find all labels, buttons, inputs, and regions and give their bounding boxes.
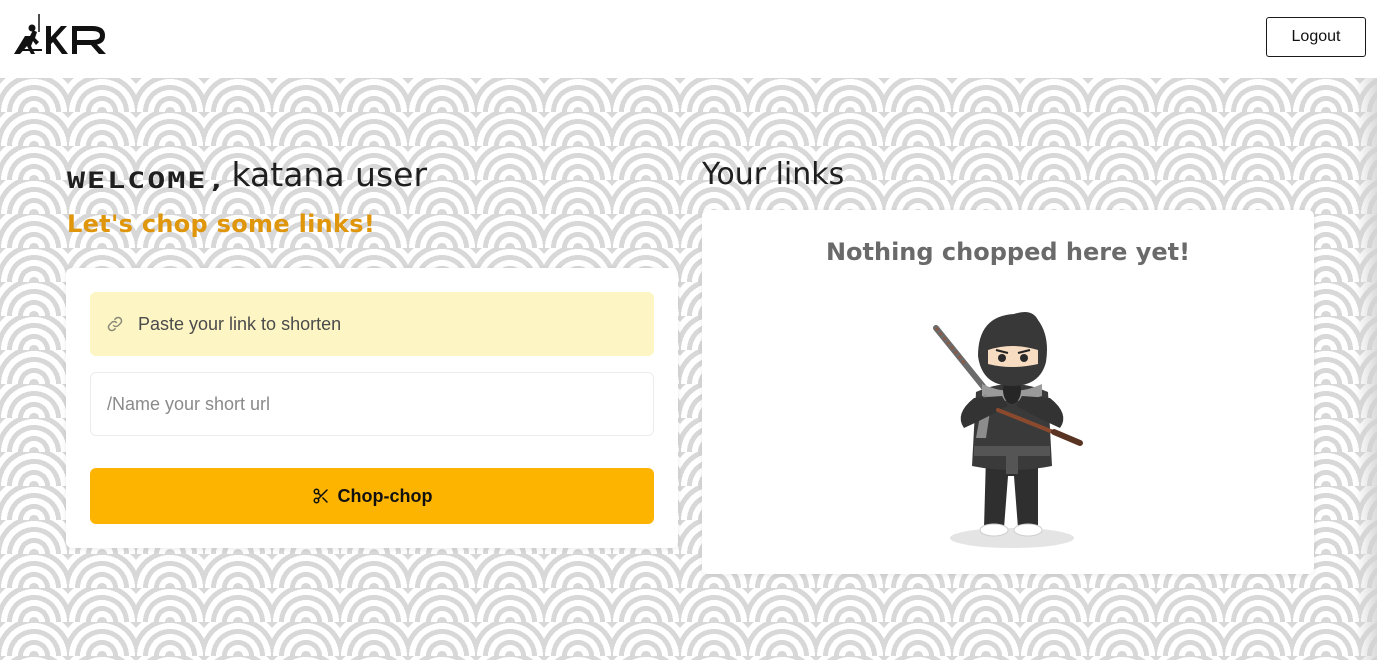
ninja-illustration xyxy=(933,312,1083,548)
welcome-heading: Welcome, katana user xyxy=(67,155,427,194)
url-input[interactable]: Paste your link to shorten xyxy=(90,292,654,356)
welcome-username: katana user xyxy=(231,155,428,194)
scrollbar-shade xyxy=(1355,78,1377,660)
chop-chop-label: Chop-chop xyxy=(337,485,433,506)
shorten-form-card: Paste your link to shorten /Name your sh… xyxy=(66,268,678,548)
welcome-subtitle: Let's chop some links! xyxy=(67,210,376,238)
welcome-greeting: Welcome, xyxy=(67,167,228,194)
empty-state-message: Nothing chopped here yet! xyxy=(825,238,1191,266)
short-name-input[interactable]: /Name your short url xyxy=(90,372,654,436)
scissors-icon xyxy=(313,488,328,504)
logout-button[interactable]: Logout xyxy=(1266,17,1366,57)
link-icon xyxy=(107,316,123,332)
short-name-placeholder: /Name your short url xyxy=(107,393,271,414)
your-links-heading: Your links xyxy=(702,157,845,192)
akr-logo[interactable] xyxy=(12,12,116,58)
links-panel: Nothing chopped here yet! xyxy=(702,210,1314,574)
top-bar: Logout xyxy=(0,0,1377,78)
url-input-placeholder: Paste your link to shorten xyxy=(138,313,342,334)
chop-chop-button[interactable]: Chop-chop xyxy=(90,468,654,524)
